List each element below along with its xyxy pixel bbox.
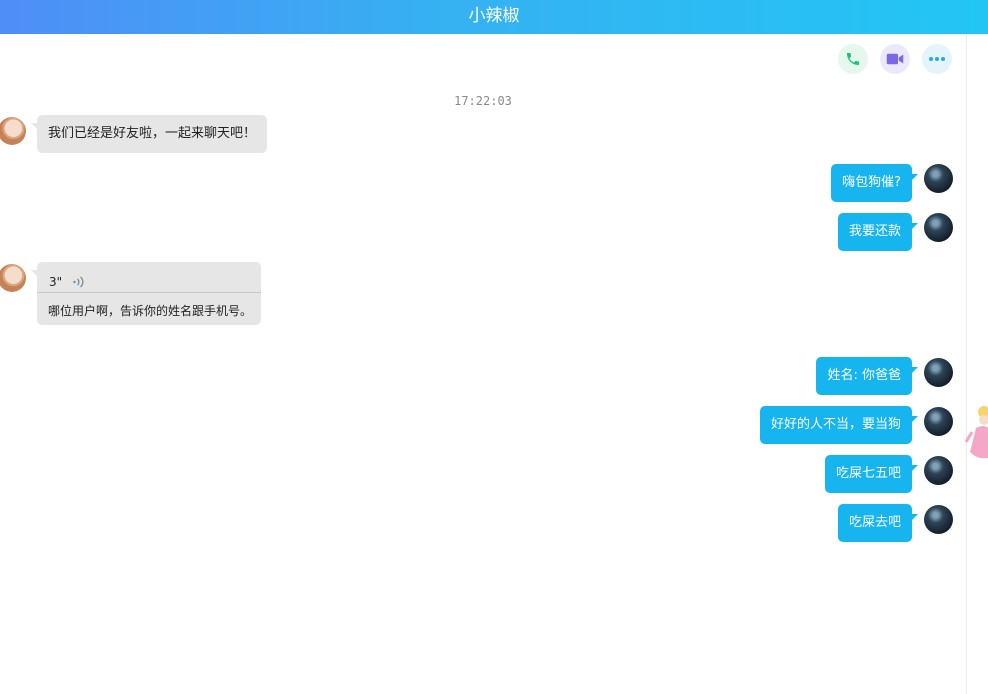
message-bubble-outgoing[interactable]: 吃屎去吧 xyxy=(837,504,919,542)
voice-call-button[interactable] xyxy=(838,44,868,74)
message-text: 姓名: 你爸爸 xyxy=(827,368,901,383)
voice-divider xyxy=(37,292,261,293)
message-text: 我们已经是好友啦，一起来聊天吧！ xyxy=(48,126,257,141)
chat-window: 小辣椒 17:22:03 我们已经是好友啦，一起来聊天吧！ 嗨包狗催? 我要还款 xyxy=(0,0,988,694)
contact-name: 小辣椒 xyxy=(468,6,520,26)
message-timestamp: 17:22:03 xyxy=(454,94,512,108)
contact-avatar[interactable] xyxy=(0,117,26,145)
message-text: 好好的人不当，要当狗 xyxy=(770,417,901,432)
voice-transcript: 哪位用户啊，告诉你的姓名跟手机号。 xyxy=(48,304,253,318)
voice-player[interactable]: 3" xyxy=(49,272,86,292)
message-text: 我要还款 xyxy=(848,224,901,239)
video-camera-icon xyxy=(886,53,904,65)
video-call-button[interactable] xyxy=(880,44,910,74)
chat-header: 小辣椒 xyxy=(0,0,988,34)
my-avatar[interactable] xyxy=(924,505,953,534)
contact-avatar[interactable] xyxy=(0,264,26,292)
more-options-button[interactable] xyxy=(922,44,952,74)
phone-icon xyxy=(847,53,859,65)
my-avatar[interactable] xyxy=(924,213,953,242)
my-avatar[interactable] xyxy=(924,407,953,436)
my-avatar[interactable] xyxy=(924,358,953,387)
message-text: 吃屎去吧 xyxy=(848,515,901,530)
voice-duration: 3" xyxy=(49,275,63,289)
side-divider xyxy=(966,34,967,694)
message-bubble-outgoing[interactable]: 姓名: 你爸爸 xyxy=(816,357,918,395)
message-bubble-outgoing[interactable]: 吃屎七五吧 xyxy=(824,455,919,493)
voice-wave-icon xyxy=(73,276,84,288)
my-avatar[interactable] xyxy=(924,164,953,193)
message-bubble-outgoing[interactable]: 我要还款 xyxy=(837,213,919,251)
message-text: 吃屎七五吧 xyxy=(835,466,901,481)
message-bubble-incoming[interactable]: 我们已经是好友啦，一起来聊天吧！ xyxy=(30,115,268,153)
my-avatar[interactable] xyxy=(924,456,953,485)
voice-message-bubble[interactable]: 3" 哪位用户啊，告诉你的姓名跟手机号。 xyxy=(31,262,261,325)
mascot-sticker-icon xyxy=(964,406,988,459)
message-bubble-outgoing[interactable]: 嗨包狗催? xyxy=(831,164,918,202)
message-bubble-outgoing[interactable]: 好好的人不当，要当狗 xyxy=(759,406,919,444)
more-dots-icon xyxy=(929,57,945,61)
message-text: 嗨包狗催? xyxy=(842,175,901,190)
